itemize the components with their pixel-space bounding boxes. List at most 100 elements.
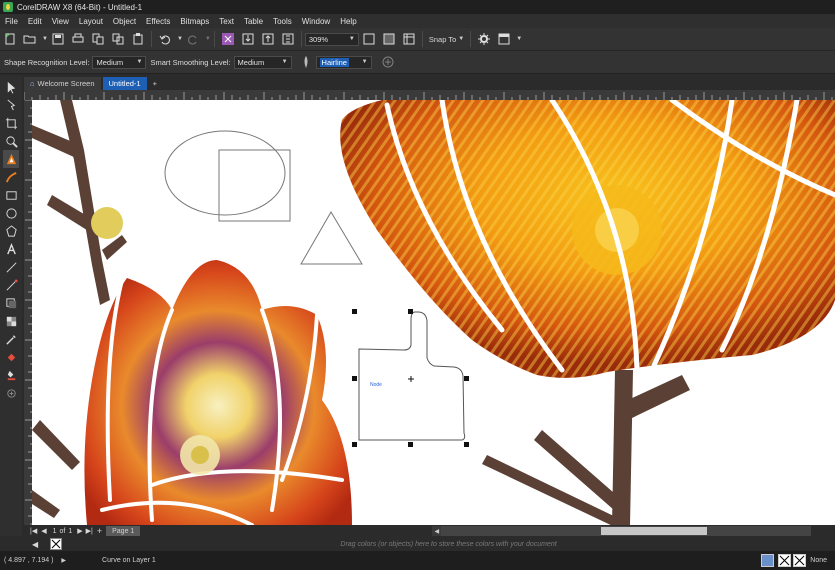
last-page-icon[interactable]: ▶| — [86, 527, 93, 535]
fill-status-label: None — [810, 557, 827, 564]
pick-tool-icon[interactable] — [3, 78, 19, 96]
none-fill-icon[interactable] — [778, 554, 792, 567]
connector-tool-icon[interactable] — [3, 276, 19, 294]
horizontal-ruler[interactable] — [24, 90, 835, 100]
shape-recognition-select[interactable]: Medium ▼ — [92, 55, 147, 69]
sketch-triangle[interactable] — [300, 211, 363, 265]
copy-icon[interactable] — [110, 31, 126, 47]
tab-welcome-screen[interactable]: ⌂ Welcome Screen — [24, 77, 101, 90]
menu-edit[interactable]: Edit — [23, 17, 47, 26]
scroll-left-icon[interactable]: ◀ — [432, 526, 442, 536]
polygon-tool-icon[interactable] — [3, 222, 19, 240]
selected-curve[interactable] — [352, 308, 470, 447]
new-document-icon[interactable] — [2, 31, 18, 47]
vertical-ruler[interactable] — [24, 99, 32, 525]
page-tab-label: Page 1 — [112, 527, 135, 535]
prev-page-icon[interactable]: ◀ — [41, 527, 46, 535]
text-tool-icon[interactable] — [3, 240, 19, 258]
application-launcher-icon[interactable] — [496, 31, 512, 47]
menu-bitmaps[interactable]: Bitmaps — [175, 17, 214, 26]
x-mark-icon — [794, 555, 805, 566]
page-tab[interactable]: Page 1 — [106, 526, 141, 536]
first-page-icon[interactable]: |◀ — [30, 527, 37, 535]
paste-icon[interactable] — [130, 31, 146, 47]
smart-smoothing-label: Smart Smoothing Level: — [150, 57, 231, 67]
undo-icon[interactable] — [157, 31, 173, 47]
menu-help[interactable]: Help — [335, 17, 361, 26]
zoom-level-combo[interactable]: 309% ▼ — [304, 32, 359, 46]
zoom-dropdown-icon[interactable]: ▼ — [349, 36, 355, 42]
outline-width-select[interactable]: Hairline ▼ — [315, 55, 372, 69]
zoom-tool-icon[interactable] — [3, 132, 19, 150]
ellipse-tool-icon[interactable] — [3, 204, 19, 222]
options-gear-icon[interactable] — [476, 31, 492, 47]
yellow-circle[interactable] — [91, 207, 123, 239]
horizontal-scroll-thumb[interactable] — [601, 527, 708, 535]
open-dropdown-icon[interactable]: ▼ — [42, 36, 48, 42]
undo-dropdown-icon[interactable]: ▼ — [177, 36, 183, 42]
property-bar: Shape Recognition Level: Medium ▼ Smart S… — [0, 51, 835, 74]
rectangle-tool-icon[interactable] — [3, 186, 19, 204]
menu-tools[interactable]: Tools — [268, 17, 297, 26]
interactive-fill-tool-icon[interactable] — [3, 348, 19, 366]
drop-shadow-tool-icon[interactable] — [3, 294, 19, 312]
launcher-dropdown-icon[interactable]: ▼ — [516, 36, 522, 42]
crop-tool-icon[interactable] — [3, 114, 19, 132]
no-color-swatch[interactable] — [50, 538, 63, 550]
cut-icon[interactable] — [90, 31, 106, 47]
right-tulip[interactable] — [340, 100, 835, 378]
snap-to-dropdown[interactable]: Snap To ▼ — [429, 35, 464, 44]
menu-bar: File Edit View Layout Object Effects Bit… — [0, 14, 835, 28]
publish-pdf-icon[interactable] — [280, 31, 296, 47]
eyedropper-tool-icon[interactable] — [3, 330, 19, 348]
search-content-icon[interactable] — [220, 31, 236, 47]
open-folder-icon[interactable] — [22, 31, 38, 47]
toolbar-separator — [421, 31, 423, 47]
none-outline-icon[interactable] — [793, 554, 807, 567]
full-screen-icon[interactable] — [381, 31, 397, 47]
menu-effects[interactable]: Effects — [141, 17, 175, 26]
next-page-icon[interactable]: ▶ — [77, 527, 82, 535]
shape-recognition-dropdown-icon[interactable]: ▼ — [137, 59, 143, 65]
parallel-dimension-tool-icon[interactable] — [3, 258, 19, 276]
import-icon[interactable] — [240, 31, 256, 47]
tab-untitled-1[interactable]: Untitled-1 — [102, 77, 147, 90]
export-icon[interactable] — [260, 31, 276, 47]
smart-drawing-tool-icon[interactable] — [3, 150, 19, 168]
add-page-icon[interactable]: + — [97, 526, 102, 536]
menu-file[interactable]: File — [0, 17, 23, 26]
sketch-ellipse[interactable] — [164, 130, 286, 216]
right-stem — [482, 370, 690, 525]
artistic-media-tool-icon[interactable] — [3, 168, 19, 186]
transparency-tool-icon[interactable] — [3, 312, 19, 330]
coords-arrow-icon[interactable]: ▶ — [61, 557, 66, 564]
add-tool-icon[interactable] — [3, 384, 19, 402]
smart-smoothing-dropdown-icon[interactable]: ▼ — [282, 59, 288, 65]
add-preset-icon[interactable] — [380, 54, 396, 70]
zoom-to-page-icon[interactable] — [361, 31, 377, 47]
sketch-square[interactable] — [218, 149, 291, 222]
menu-text[interactable]: Text — [214, 17, 239, 26]
outline-dropdown-icon[interactable]: ▼ — [362, 59, 368, 65]
horizontal-scrollbar[interactable] — [441, 526, 812, 536]
redo-dropdown-icon[interactable]: ▼ — [205, 36, 211, 42]
new-tab-icon[interactable]: + — [148, 77, 161, 90]
menu-window[interactable]: Window — [297, 17, 335, 26]
save-icon[interactable] — [50, 31, 66, 47]
shape-tool-icon[interactable] — [3, 96, 19, 114]
menu-layout[interactable]: Layout — [74, 17, 108, 26]
smart-fill-tool-icon[interactable] — [3, 366, 19, 384]
drawing-canvas[interactable]: Node — [32, 100, 835, 525]
palette-arrow-icon[interactable]: ◀ — [32, 540, 38, 549]
left-dahlia[interactable] — [84, 260, 352, 525]
toolbar-separator — [150, 31, 152, 47]
menu-object[interactable]: Object — [108, 17, 141, 26]
show-rulers-icon[interactable] — [401, 31, 417, 47]
fill-indicator-icon[interactable] — [761, 554, 775, 567]
menu-view[interactable]: View — [47, 17, 74, 26]
redo-icon[interactable] — [185, 31, 201, 47]
snap-dropdown-icon[interactable]: ▼ — [458, 36, 464, 42]
print-icon[interactable] — [70, 31, 86, 47]
menu-table[interactable]: Table — [239, 17, 268, 26]
smart-smoothing-select[interactable]: Medium ▼ — [233, 55, 292, 69]
